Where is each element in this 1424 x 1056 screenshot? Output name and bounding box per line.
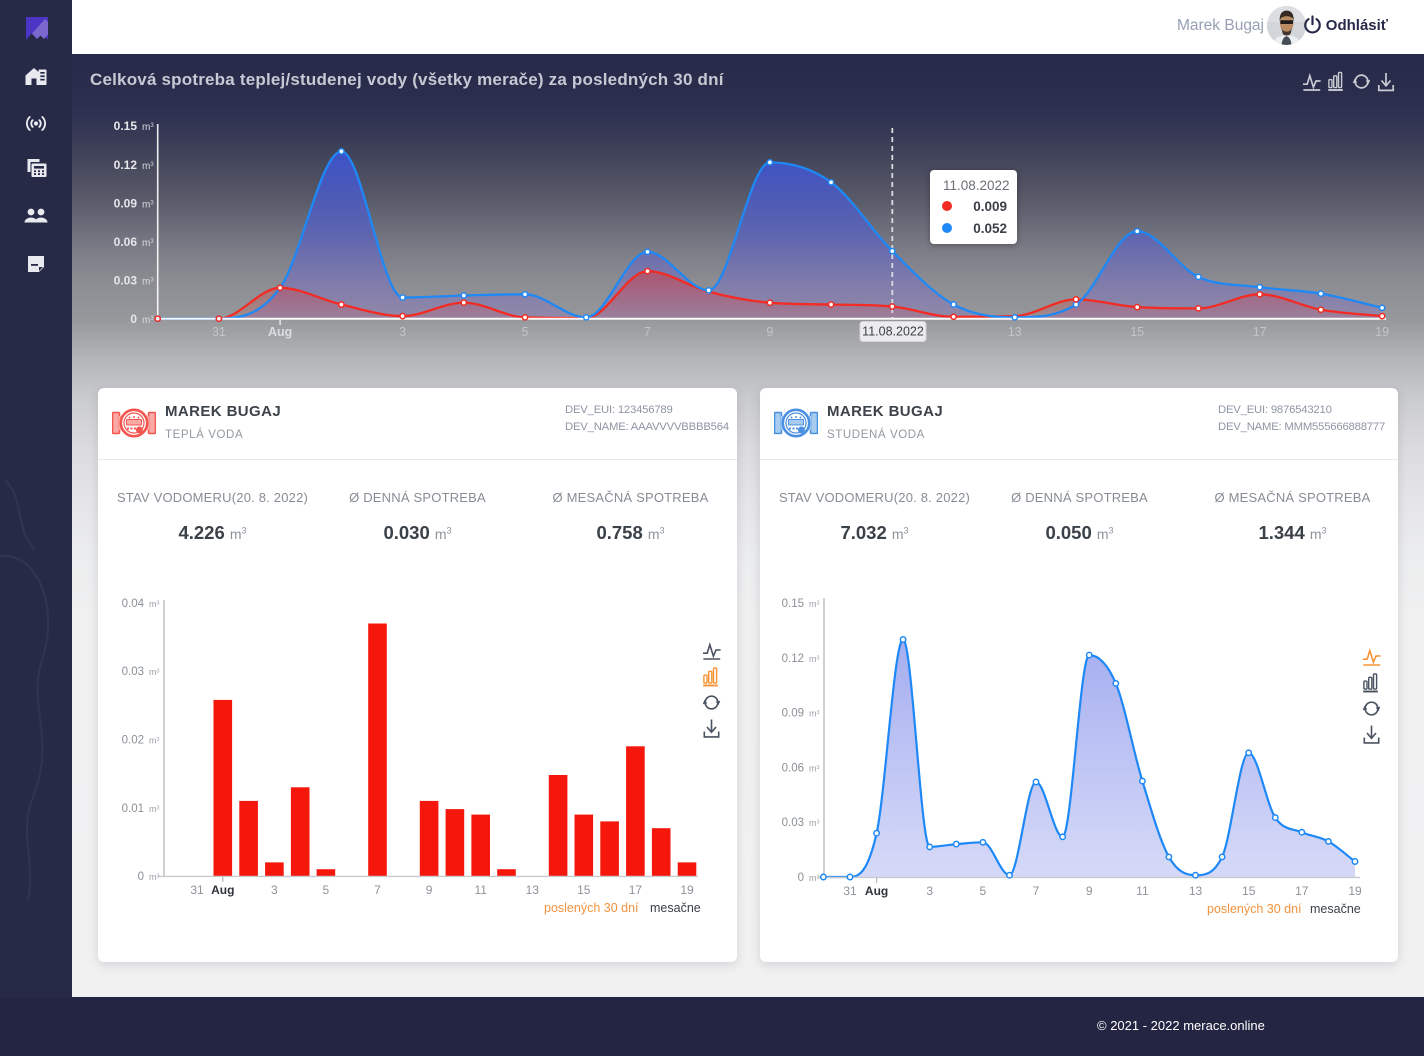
svg-text:19: 19 [680, 883, 694, 897]
svg-text:3: 3 [271, 883, 278, 897]
svg-text:0.04: 0.04 [122, 598, 145, 610]
svg-text:m3: m3 [142, 122, 154, 133]
svg-text:m3: m3 [809, 654, 820, 664]
svg-text:0.06: 0.06 [782, 762, 804, 774]
svg-text:17: 17 [629, 883, 643, 897]
svg-text:17: 17 [1253, 325, 1267, 339]
svg-text:m3: m3 [149, 599, 160, 609]
svg-text:9: 9 [766, 325, 773, 339]
svg-text:15: 15 [1130, 325, 1144, 339]
svg-text:m3: m3 [142, 238, 154, 249]
svg-text:0.09: 0.09 [114, 196, 138, 210]
svg-text:0.06: 0.06 [114, 235, 138, 249]
svg-text:m3: m3 [149, 667, 160, 677]
svg-text:m3: m3 [809, 818, 820, 828]
svg-text:m3: m3 [809, 763, 820, 773]
svg-text:0.052: 0.052 [973, 221, 1007, 236]
svg-text:9: 9 [1086, 884, 1093, 898]
svg-text:7: 7 [374, 883, 381, 897]
svg-text:m3: m3 [149, 872, 160, 882]
svg-text:m3: m3 [142, 277, 154, 288]
svg-text:0.12: 0.12 [782, 653, 804, 665]
svg-text:0.03: 0.03 [122, 666, 144, 678]
svg-text:7: 7 [1033, 884, 1040, 898]
svg-text:3: 3 [399, 325, 406, 339]
svg-text:5: 5 [323, 883, 330, 897]
svg-text:m3: m3 [809, 599, 820, 609]
svg-text:0: 0 [138, 871, 144, 883]
svg-text:Aug: Aug [211, 883, 234, 897]
svg-text:13: 13 [1008, 325, 1022, 339]
svg-text:11.08.2022: 11.08.2022 [862, 325, 924, 339]
svg-text:19: 19 [1375, 325, 1389, 339]
svg-text:31: 31 [843, 884, 857, 898]
svg-text:31: 31 [212, 325, 226, 339]
svg-text:5: 5 [522, 325, 529, 339]
svg-text:13: 13 [526, 883, 540, 897]
svg-text:0: 0 [798, 872, 804, 884]
svg-text:7: 7 [644, 325, 651, 339]
svg-text:11: 11 [474, 883, 487, 897]
svg-text:0.02: 0.02 [122, 735, 144, 747]
svg-text:31: 31 [190, 883, 204, 897]
svg-text:15: 15 [1242, 884, 1256, 898]
svg-text:Aug: Aug [865, 884, 888, 898]
svg-text:17: 17 [1295, 884, 1309, 898]
svg-text:0.15: 0.15 [114, 119, 138, 133]
svg-text:m3: m3 [149, 736, 160, 746]
svg-text:m3: m3 [142, 315, 154, 326]
svg-text:15: 15 [577, 883, 591, 897]
svg-text:0.09: 0.09 [782, 708, 804, 720]
svg-text:0.03: 0.03 [782, 817, 804, 829]
svg-text:Aug: Aug [268, 325, 292, 339]
svg-text:m3: m3 [809, 709, 820, 719]
svg-text:13: 13 [1189, 884, 1203, 898]
svg-text:19: 19 [1348, 884, 1362, 898]
svg-text:0.01: 0.01 [122, 803, 144, 815]
svg-text:5: 5 [980, 884, 987, 898]
svg-text:m3: m3 [809, 873, 820, 883]
svg-text:0.009: 0.009 [973, 199, 1007, 214]
svg-text:m3: m3 [142, 161, 154, 172]
svg-text:m3: m3 [142, 199, 154, 210]
svg-text:0: 0 [130, 312, 137, 326]
svg-text:3: 3 [926, 884, 933, 898]
svg-text:0.03: 0.03 [114, 274, 138, 288]
svg-text:9: 9 [426, 883, 433, 897]
svg-text:m3: m3 [149, 804, 160, 814]
svg-text:11: 11 [1136, 884, 1149, 898]
svg-text:0.12: 0.12 [114, 158, 138, 172]
svg-text:0.15: 0.15 [782, 598, 804, 610]
svg-text:11.08.2022: 11.08.2022 [943, 178, 1010, 193]
